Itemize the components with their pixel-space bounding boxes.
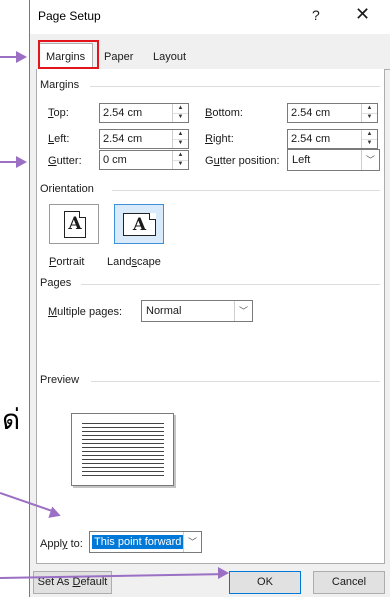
top-margin-spinner[interactable]: 2.54 cm ▲ ▼ [99, 103, 189, 123]
top-down-icon[interactable]: ▼ [173, 113, 188, 122]
gutter-spinner[interactable]: 0 cm ▲ ▼ [99, 150, 189, 170]
cancel-button[interactable]: Cancel [313, 571, 385, 594]
chevron-down-icon[interactable]: ﹀ [234, 301, 252, 321]
apply-to-select[interactable]: This point forward ﹀ [89, 531, 202, 553]
close-button[interactable]: ✕ [355, 4, 370, 25]
page-setup-dialog: Page Setup ? ✕ Margins Paper Layout Marg… [29, 0, 390, 597]
annotation-thai-glyph: ด่ [2, 404, 21, 435]
orientation-group-label: Orientation [40, 183, 94, 195]
left-label: Left: [48, 133, 70, 145]
multiple-pages-value[interactable]: Normal [146, 305, 181, 317]
landscape-page-icon: A [123, 213, 156, 236]
tab-strip: Margins Paper Layout [36, 40, 390, 71]
right-margin-spinner[interactable]: 2.54 cm ▲ ▼ [287, 129, 378, 149]
portrait-button[interactable]: A [49, 204, 99, 244]
top-margin-value[interactable]: 2.54 cm [103, 107, 142, 119]
preview-page [71, 413, 174, 486]
gutter-position-value[interactable]: Left [292, 154, 310, 166]
landscape-button[interactable]: A [114, 204, 164, 244]
chevron-down-icon[interactable]: ﹀ [183, 532, 201, 552]
bottom-down-icon[interactable]: ▼ [362, 113, 377, 122]
title-bar: Page Setup ? ✕ [30, 0, 390, 34]
annotation-arrowhead-ok [218, 567, 229, 579]
top-label: Top: [48, 107, 69, 119]
margins-group-divider [90, 86, 380, 87]
annotation-arrowhead-tabs [16, 51, 27, 63]
bottom-margin-spinner[interactable]: 2.54 cm ▲ ▼ [287, 103, 378, 123]
pages-group-label: Pages [40, 277, 72, 289]
bottom-label: Bottom: [205, 107, 243, 119]
apply-to-label: Apply to: [40, 538, 83, 550]
right-down-icon[interactable]: ▼ [362, 139, 377, 148]
annotation-highlight-box [38, 40, 99, 69]
bottom-margin-value[interactable]: 2.54 cm [291, 107, 330, 119]
gutter-position-label: Gutter position: [205, 155, 280, 167]
left-down-icon[interactable]: ▼ [173, 139, 188, 148]
orientation-group-divider [112, 190, 380, 191]
landscape-label[interactable]: Landscape [107, 256, 161, 268]
tab-paper[interactable]: Paper [97, 46, 140, 68]
multiple-pages-select[interactable]: Normal ﹀ [141, 300, 253, 322]
gutter-value[interactable]: 0 cm [103, 154, 127, 166]
chevron-down-icon[interactable]: ﹀ [361, 150, 379, 170]
preview-group-divider [91, 381, 380, 382]
annotation-arrowhead-orientation [16, 156, 27, 168]
tab-layout[interactable]: Layout [146, 46, 193, 68]
left-margin-value[interactable]: 2.54 cm [103, 133, 142, 145]
dialog-title: Page Setup [38, 9, 101, 23]
multiple-pages-label: Multiple pages: [48, 306, 122, 318]
margins-group-label: Margins [40, 79, 80, 91]
pages-group-divider [81, 284, 380, 285]
portrait-label[interactable]: Portrait [49, 256, 84, 268]
gutter-label: Gutter: [48, 155, 82, 167]
apply-to-value[interactable]: This point forward [92, 535, 184, 549]
ok-button[interactable]: OK [229, 571, 301, 594]
left-margin-spinner[interactable]: 2.54 cm ▲ ▼ [99, 129, 189, 149]
gutter-down-icon[interactable]: ▼ [173, 160, 188, 169]
portrait-page-icon: A [64, 211, 86, 238]
margins-tab-panel: Margins Top: 2.54 cm ▲ ▼ Bottom: 2.54 cm … [36, 69, 385, 564]
preview-group-label: Preview [40, 374, 80, 386]
right-margin-value[interactable]: 2.54 cm [291, 133, 330, 145]
right-label: Right: [205, 133, 234, 145]
gutter-position-select[interactable]: Left ﹀ [287, 149, 380, 171]
help-button[interactable]: ? [312, 7, 320, 23]
